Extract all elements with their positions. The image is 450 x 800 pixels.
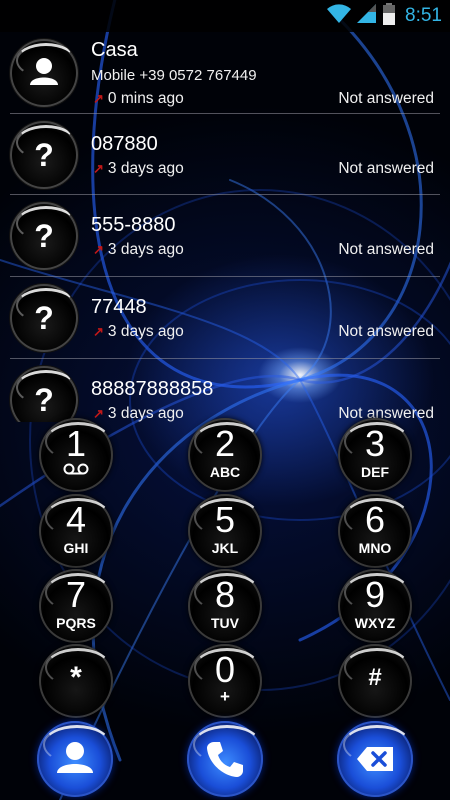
- call-button[interactable]: [187, 721, 263, 797]
- dial-key-6[interactable]: 6 MNO: [338, 494, 412, 568]
- call-status: Not answered: [338, 90, 434, 107]
- dial-key-3[interactable]: 3 DEF: [338, 418, 412, 492]
- dial-key-1[interactable]: 1: [39, 418, 113, 492]
- outgoing-call-arrow-icon: ↗: [93, 242, 104, 257]
- call-log-item[interactable]: ? 88887888858 ↗ 3 days ago Not answered: [0, 359, 450, 422]
- call-time: ↗ 3 days ago: [93, 405, 184, 422]
- contact-number: 77448: [91, 296, 147, 318]
- dial-key-8[interactable]: 8 TUV: [188, 569, 262, 643]
- outgoing-call-arrow-icon: ↗: [93, 161, 104, 176]
- call-log-item[interactable]: ? 087880 ↗ 3 days ago Not answered: [0, 114, 450, 196]
- unknown-avatar[interactable]: ?: [10, 284, 78, 352]
- call-log-item[interactable]: ? 555-8880 ↗ 3 days ago Not answered: [0, 195, 450, 277]
- voicemail-icon: [63, 463, 89, 475]
- contact-avatar[interactable]: [10, 39, 78, 107]
- dial-key-9[interactable]: 9 WXYZ: [338, 569, 412, 643]
- contact-name: Casa: [91, 39, 138, 61]
- call-status: Not answered: [338, 241, 434, 258]
- call-log-item[interactable]: Casa Mobile +39 0572 767449 ↗ 0 mins ago …: [0, 32, 450, 114]
- outgoing-call-arrow-icon: ↗: [93, 91, 104, 106]
- dial-key-star[interactable]: *: [39, 644, 113, 718]
- call-time: ↗ 3 days ago: [93, 160, 184, 177]
- unknown-avatar[interactable]: ?: [10, 121, 78, 189]
- cellular-signal-icon: [357, 3, 377, 29]
- dial-key-4[interactable]: 4 GHI: [39, 494, 113, 568]
- contact-number: 087880: [91, 133, 158, 155]
- status-bar: 8:51: [0, 0, 450, 32]
- dial-key-0[interactable]: 0 +: [188, 644, 262, 718]
- unknown-avatar[interactable]: ?: [10, 202, 78, 270]
- outgoing-call-arrow-icon: ↗: [93, 406, 104, 421]
- call-status: Not answered: [338, 160, 434, 177]
- call-status: Not answered: [338, 323, 434, 340]
- unknown-avatar[interactable]: ?: [10, 366, 78, 422]
- call-log-item[interactable]: ? 77448 ↗ 3 days ago Not answered: [0, 277, 450, 359]
- call-log-list[interactable]: Casa Mobile +39 0572 767449 ↗ 0 mins ago …: [0, 32, 450, 422]
- dial-key-hash[interactable]: #: [338, 644, 412, 718]
- call-time: ↗ 0 mins ago: [93, 90, 184, 107]
- call-time: ↗ 3 days ago: [93, 323, 184, 340]
- contacts-button[interactable]: [37, 721, 113, 797]
- battery-icon: [383, 2, 396, 30]
- wifi-icon: [327, 3, 352, 29]
- contact-number: 555-8880: [91, 214, 176, 236]
- dial-key-2[interactable]: 2 ABC: [188, 418, 262, 492]
- contact-number: Mobile +39 0572 767449: [91, 67, 257, 84]
- contact-number: 88887888858: [91, 378, 214, 400]
- outgoing-call-arrow-icon: ↗: [93, 324, 104, 339]
- dial-key-5[interactable]: 5 JKL: [188, 494, 262, 568]
- backspace-button[interactable]: [337, 721, 413, 797]
- dial-key-7[interactable]: 7 PQRS: [39, 569, 113, 643]
- status-clock: 8:51: [405, 5, 442, 26]
- call-time: ↗ 3 days ago: [93, 241, 184, 258]
